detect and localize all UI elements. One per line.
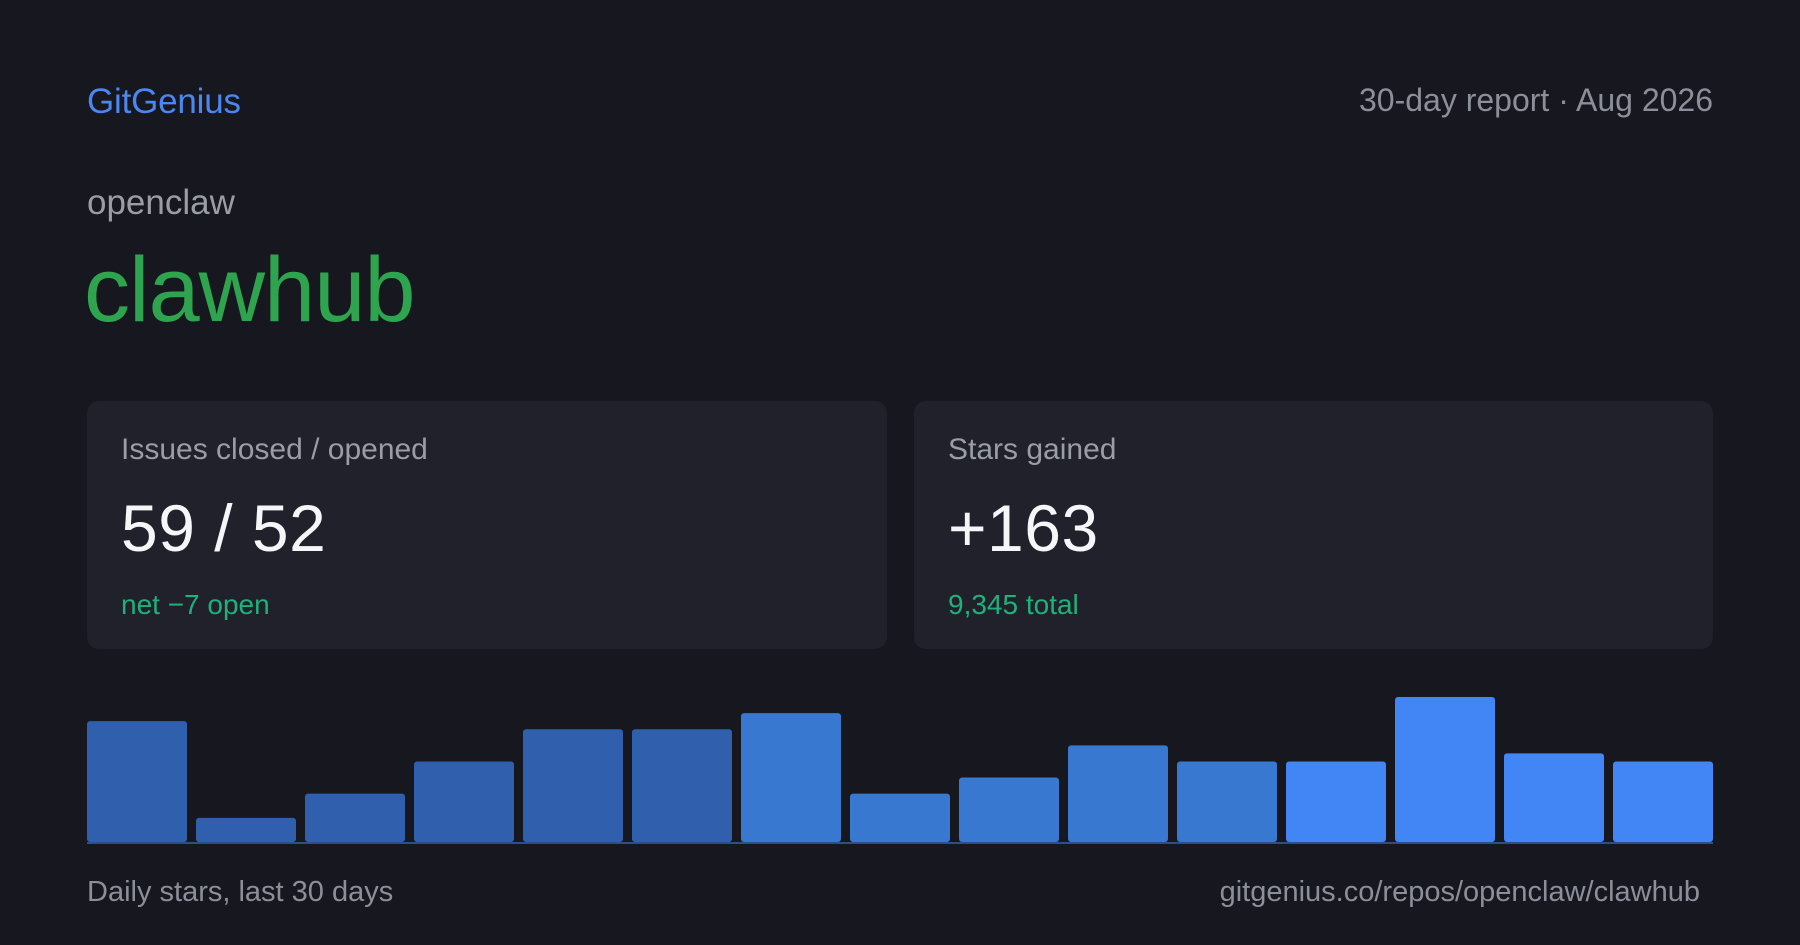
- issues-card: Issues closed / opened 59 / 52 net −7 op…: [87, 401, 887, 649]
- bar-3: [305, 793, 405, 842]
- bar-chart-svg: [87, 697, 1713, 844]
- repo-name: clawhub: [84, 239, 416, 341]
- repo-url[interactable]: gitgenius.co/repos/openclaw/clawhub: [1220, 876, 1700, 909]
- daily-stars-chart: [87, 690, 1713, 845]
- report-card: GitGenius 30-day report · Aug 2026 openc…: [0, 0, 1800, 945]
- bar-4: [414, 761, 514, 842]
- stars-label: Stars gained: [948, 433, 1117, 466]
- issues-label: Issues closed / opened: [121, 433, 428, 466]
- bar-10: [1068, 745, 1168, 842]
- chart-caption: Daily stars, last 30 days: [87, 876, 394, 908]
- report-period: 30-day report · Aug 2026: [1358, 82, 1713, 118]
- bar-7: [741, 713, 841, 842]
- bar-2: [196, 817, 296, 842]
- bar-8: [850, 793, 950, 842]
- stars-value: +163: [948, 491, 1099, 565]
- bar-12: [1286, 761, 1386, 842]
- issues-net: net −7 open: [121, 589, 270, 620]
- bar-5: [523, 729, 623, 842]
- brand-name[interactable]: GitGenius: [87, 82, 241, 122]
- issues-value: 59 / 52: [121, 491, 327, 565]
- stars-card: Stars gained +163 9,345 total: [914, 401, 1713, 649]
- repo-owner: openclaw: [87, 183, 235, 222]
- bar-15: [1613, 761, 1713, 842]
- bar-6: [632, 729, 732, 842]
- bar-13: [1395, 697, 1495, 842]
- bar-14: [1504, 753, 1604, 842]
- stars-total: 9,345 total: [948, 589, 1079, 620]
- bar-11: [1177, 761, 1277, 842]
- bar-1: [87, 721, 187, 842]
- bar-9: [959, 777, 1059, 842]
